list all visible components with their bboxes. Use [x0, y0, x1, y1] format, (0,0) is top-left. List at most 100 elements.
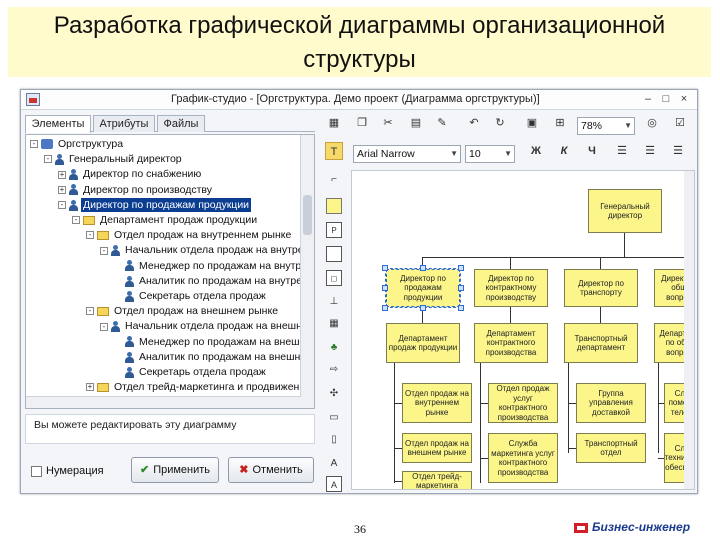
expand-icon[interactable]: + [58, 185, 66, 194]
numbering-checkbox[interactable]: Нумерация [31, 465, 104, 477]
org-node[interactable]: Группа управления доставкой [576, 383, 646, 423]
cut-icon[interactable]: ✂ [379, 114, 397, 132]
expand-icon[interactable]: + [58, 170, 66, 179]
fit-page-icon[interactable]: ⊞ [551, 114, 569, 132]
org-node[interactable]: Транспортный департамент [564, 323, 638, 363]
rectangle-shape-icon[interactable] [326, 198, 342, 214]
layout-icon[interactable]: ▭ [326, 410, 342, 426]
bold-button[interactable]: Ж [527, 142, 545, 160]
export-image-icon[interactable]: ▣ [523, 114, 541, 132]
align-icon[interactable]: ⊥ [326, 294, 342, 310]
check-icon[interactable]: ☑ [671, 114, 689, 132]
tree-item[interactable]: - Отдел продаж на внутреннем рынке [86, 228, 293, 242]
paste-icon[interactable]: ▤ [407, 114, 425, 132]
collapse-icon[interactable]: - [58, 201, 66, 210]
underline-button[interactable]: Ч [583, 142, 601, 160]
tree-item[interactable]: Менеджер по продажам на внешнем рынке [114, 335, 314, 349]
distribute-icon[interactable]: ✣ [326, 386, 342, 402]
tree-item[interactable]: Менеджер по продажам на внутреннем рынке [114, 259, 314, 273]
vertical-layout-icon[interactable]: ▯ [326, 432, 342, 448]
zoom-icon[interactable]: ◎ [643, 114, 661, 132]
font-size-select[interactable]: 10 ▼ [465, 145, 515, 163]
org-node[interactable]: Служба маркетинга услуг контрактного про… [488, 433, 558, 483]
org-node[interactable]: Департамент контрактного производства [474, 323, 548, 363]
checkbox-box[interactable] [31, 465, 42, 477]
resize-handle[interactable] [420, 265, 426, 271]
tree-item[interactable]: - Департамент продаж продукции [72, 213, 259, 227]
tree-item[interactable]: Секретарь отдела продаж [114, 289, 268, 303]
org-node[interactable]: Отдел трейд-маркетинга [402, 471, 472, 489]
org-node[interactable]: Отдел продаж услуг контрактного производ… [488, 383, 558, 423]
tree-item[interactable]: + Директор по производству [58, 183, 214, 197]
org-node[interactable]: Генеральный директор [588, 189, 662, 233]
tree-item[interactable]: - Отдел продаж на внешнем рынке [86, 304, 280, 318]
collapse-icon[interactable]: - [100, 246, 108, 255]
resize-handle[interactable] [382, 265, 388, 271]
resize-handle[interactable] [458, 285, 464, 291]
tree-item[interactable]: - Начальник отдела продаж на внешнем рынк… [100, 319, 314, 333]
diagram-canvas[interactable]: Генеральный директор Директор по продажам… [351, 170, 695, 490]
copy-icon[interactable]: ❐ [353, 114, 371, 132]
square-shape-icon[interactable] [326, 246, 342, 262]
font-name-select[interactable]: Arial Narrow ▼ [353, 145, 461, 163]
tree-item[interactable]: Аналитик по продажам на внутреннем рынке [114, 274, 314, 288]
frame-shape-icon[interactable]: ◻ [326, 270, 342, 286]
org-node[interactable]: Директор по продажам продукции [385, 268, 461, 308]
tree-item[interactable]: - Директор по продажам продукции [58, 197, 252, 212]
text-shape-icon[interactable]: P [326, 222, 342, 238]
collapse-icon[interactable]: - [86, 307, 94, 316]
org-node[interactable]: Директор по транспорту [564, 269, 638, 307]
tab-files[interactable]: Файлы [157, 115, 205, 132]
tree-item[interactable]: + Отдел трейд-маркетинга и продвижения [86, 380, 313, 394]
arrow-icon[interactable]: ⇨ [326, 362, 342, 378]
tree-item[interactable]: Секретарь отдела продаж [114, 365, 268, 379]
italic-button[interactable]: К [555, 142, 573, 160]
tab-attributes[interactable]: Атрибуты [93, 115, 155, 132]
tree-item[interactable]: - Генеральный директор [44, 152, 184, 166]
resize-handle[interactable] [458, 305, 464, 311]
scroll-thumb[interactable] [303, 195, 312, 235]
maximize-button[interactable]: □ [659, 92, 673, 106]
org-node[interactable]: Транспортный отдел [576, 433, 646, 463]
tree-horizontal-scrollbar[interactable] [26, 396, 301, 408]
collapse-icon[interactable]: - [86, 231, 94, 240]
align-right-icon[interactable]: ☰ [669, 142, 687, 160]
org-node[interactable]: Директор по контрактному производству [474, 269, 548, 307]
tree-item[interactable]: Аналитик по продажам на внешнем рынке [114, 350, 314, 364]
connector-icon[interactable]: ⌐ [326, 172, 342, 188]
align-center-icon[interactable]: ☰ [641, 142, 659, 160]
resize-handle[interactable] [382, 305, 388, 311]
minimize-button[interactable]: – [641, 92, 655, 106]
grid-icon[interactable]: ▦ [326, 316, 342, 332]
org-node[interactable]: Отдел продаж на внешнем рынке [402, 433, 472, 463]
cancel-button[interactable]: ✖ Отменить [228, 457, 314, 483]
redo-icon[interactable]: ↻ [491, 114, 509, 132]
resize-handle[interactable] [420, 305, 426, 311]
text-format-icon[interactable]: T [325, 142, 343, 160]
text-box-icon[interactable]: A [326, 476, 342, 492]
collapse-icon[interactable]: - [44, 155, 52, 164]
collapse-icon[interactable]: - [72, 216, 80, 225]
tree-item[interactable]: - Начальник отдела продаж на внутреннем р… [100, 243, 314, 257]
collapse-icon[interactable]: - [30, 140, 38, 149]
undo-icon[interactable]: ↶ [465, 114, 483, 132]
resize-handle[interactable] [382, 285, 388, 291]
text-icon[interactable]: A [326, 456, 342, 472]
align-left-icon[interactable]: ☰ [613, 142, 631, 160]
apply-button[interactable]: ✔ Применить [131, 457, 219, 483]
expand-icon[interactable]: + [86, 383, 94, 392]
zoom-select[interactable]: 78% ▼ [577, 117, 635, 135]
org-node[interactable]: Департамент продаж продукции [386, 323, 460, 363]
tree-vertical-scrollbar[interactable] [300, 135, 314, 408]
resize-handle[interactable] [458, 265, 464, 271]
canvas-vertical-scrollbar[interactable] [684, 171, 694, 489]
org-node[interactable]: Отдел продаж на внутреннем рынке [402, 383, 472, 423]
tree-item[interactable]: + Директор по снабжению [58, 167, 203, 181]
tree-item[interactable]: - Оргструктура [30, 137, 125, 151]
tab-elements[interactable]: Элементы [25, 115, 91, 133]
select-all-icon[interactable]: ▦ [325, 114, 343, 132]
close-button[interactable]: × [677, 92, 691, 106]
org-chart-icon[interactable]: ♣ [326, 340, 342, 356]
collapse-icon[interactable]: - [100, 322, 108, 331]
format-brush-icon[interactable]: ✎ [433, 114, 451, 132]
